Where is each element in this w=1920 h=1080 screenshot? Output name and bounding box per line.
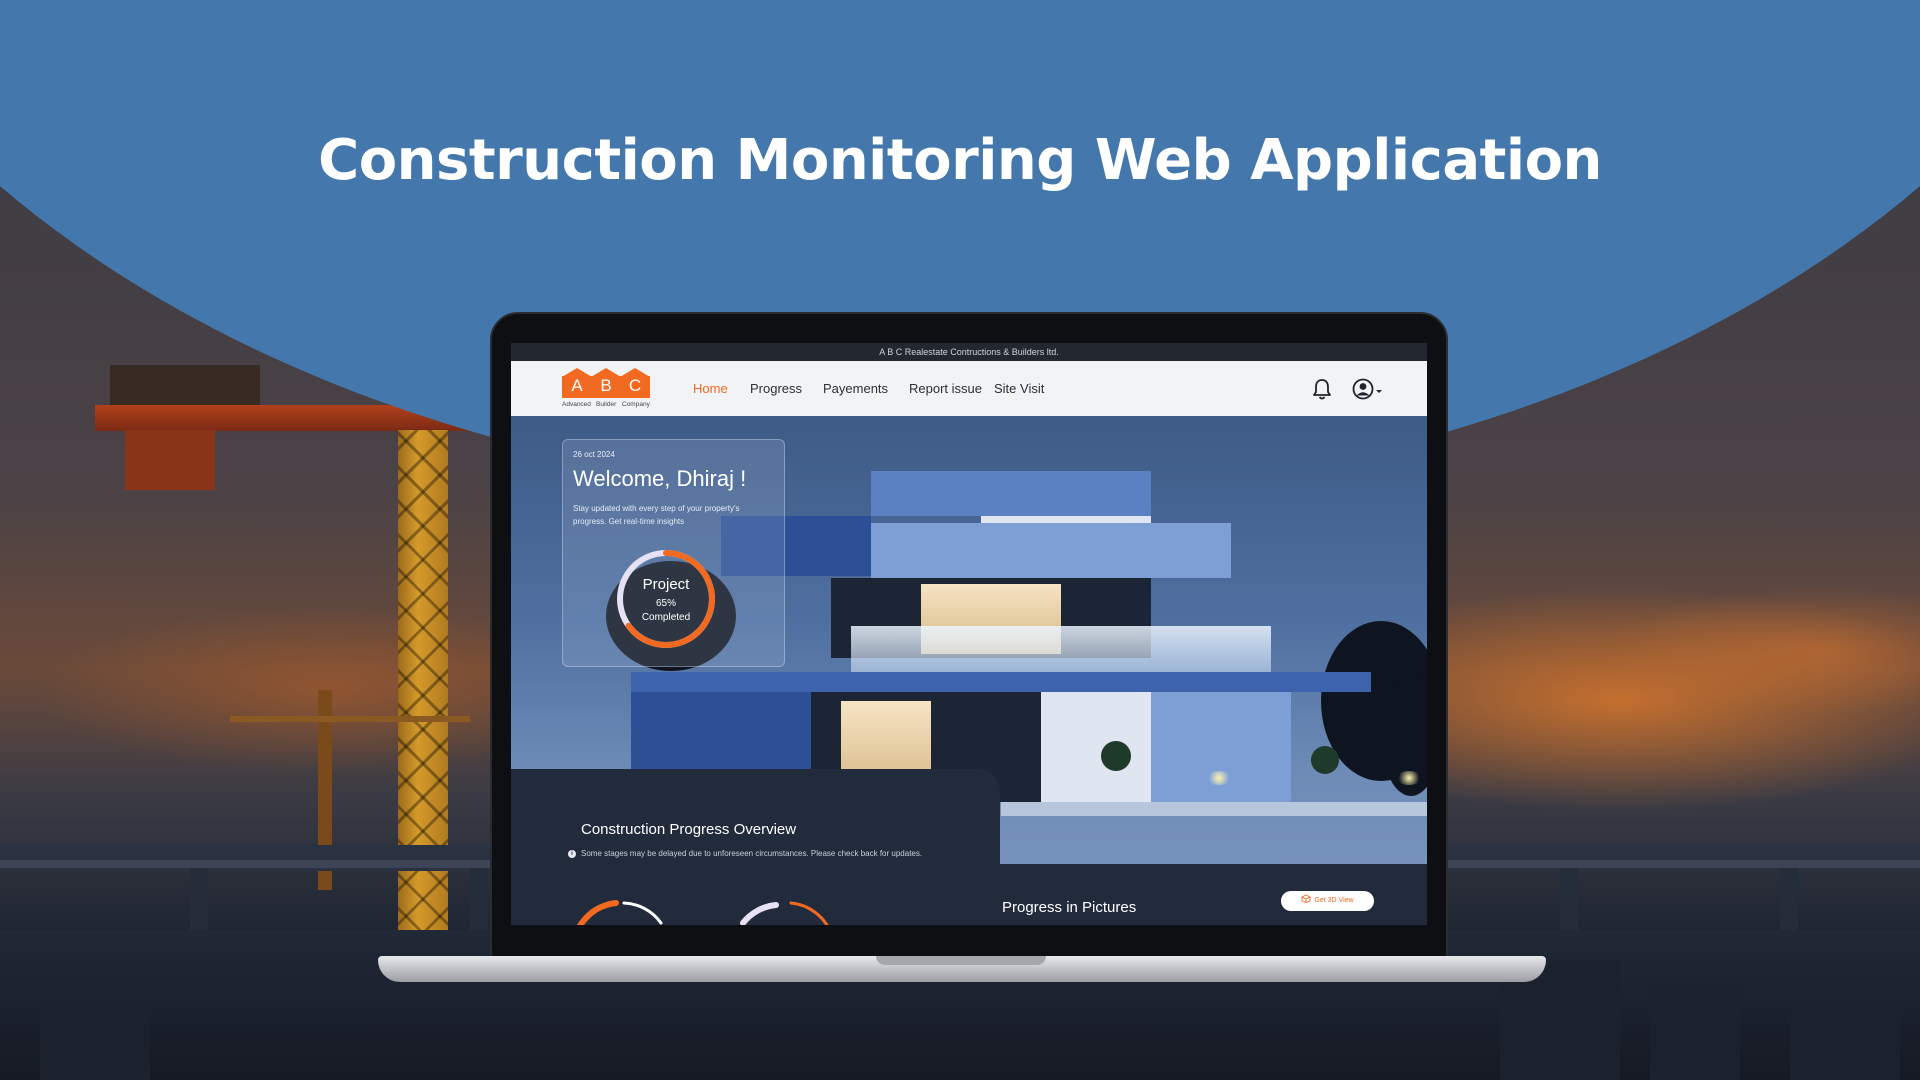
welcome-subtitle: Stay updated with every step of your pro… — [573, 504, 740, 526]
ring-percent: 65% — [655, 598, 676, 609]
garden-lamp — [1206, 771, 1232, 785]
welcome-title: Welcome, Dhiraj ! — [573, 466, 747, 491]
cube-icon — [1301, 894, 1311, 903]
logo-house-b: B — [591, 368, 622, 400]
bell-icon[interactable] — [1311, 377, 1333, 401]
building-silhouette — [40, 1000, 150, 1080]
logo-caption: Advanced — [562, 401, 591, 408]
nav-item-home[interactable]: Home — [693, 361, 728, 416]
nav-item-report-issue[interactable]: Report issue — [909, 361, 982, 416]
nav-item-payements[interactable]: Payements — [823, 361, 888, 416]
hero-banner: 26 oct 2024 Welcome, Dhiraj ! Stay updat… — [511, 416, 1427, 925]
get-3d-view-label: Get 3D View — [1314, 897, 1354, 904]
nav-item-progress[interactable]: Progress — [750, 361, 802, 416]
laptop-screen: A B C Realestate Contructions & Builders… — [511, 343, 1427, 925]
navbar: A B C Advanced Builder Company Home Prog… — [511, 361, 1427, 416]
building-silhouette — [1790, 1010, 1900, 1080]
stage-gauge — [577, 900, 663, 925]
overview-note: Some stages may be delayed due to unfore… — [581, 849, 923, 858]
caret-down-icon — [1376, 390, 1382, 393]
page-title: Construction Monitoring Web Application — [318, 128, 1602, 193]
overview-title: Construction Progress Overview — [581, 821, 797, 838]
logo-house-a: A — [562, 368, 593, 400]
logo-caption: Company — [622, 401, 650, 408]
house-ground-blue-wall — [1151, 692, 1291, 802]
welcome-date: 26 oct 2024 — [573, 450, 615, 459]
pictures-title: Progress in Pictures — [1002, 899, 1137, 916]
house-top-roof — [871, 471, 1151, 516]
crane-cab — [110, 365, 260, 410]
logo-letter: C — [620, 376, 650, 398]
ring-project-label: Project — [642, 576, 690, 593]
abc-logo[interactable]: A B C Advanced Builder Company — [562, 368, 650, 412]
laptop-notch — [876, 956, 1046, 965]
logo-letter: A — [562, 376, 592, 398]
nav-item-site-visit[interactable]: Site Visit — [994, 361, 1044, 416]
distant-crane-jib — [230, 716, 470, 722]
logo-caption: Builder — [596, 401, 617, 408]
company-bar: A B C Realestate Contructions & Builders… — [511, 343, 1427, 361]
logo-letter: B — [591, 376, 621, 398]
ring-status: Completed — [641, 612, 691, 623]
progress-overview-panel: Construction Progress Overview i Some st… — [511, 769, 1000, 925]
crane-counterweight — [125, 430, 215, 490]
ring-label: Project 65% Completed — [611, 544, 721, 654]
house-upper-slab — [871, 523, 1231, 578]
house-glass-balcony — [851, 626, 1271, 672]
building-silhouette — [1650, 985, 1740, 1080]
get-3d-view-button[interactable]: Get 3D View — [1281, 891, 1374, 911]
house-mid-slab — [631, 672, 1371, 692]
stage-gauge — [740, 901, 829, 925]
welcome-card: 26 oct 2024 Welcome, Dhiraj ! Stay updat… — [562, 439, 785, 667]
house-walkway — [1001, 802, 1427, 816]
garden-lamp — [1396, 771, 1422, 785]
potted-plant — [1101, 741, 1131, 771]
info-icon: i — [568, 850, 576, 858]
potted-plant — [1311, 746, 1339, 774]
logo-house-c: C — [620, 368, 651, 400]
slide-canvas: Construction Monitoring Web Application … — [0, 0, 1920, 1080]
user-account-icon[interactable] — [1351, 376, 1385, 402]
house-roof-edge — [981, 516, 1151, 523]
